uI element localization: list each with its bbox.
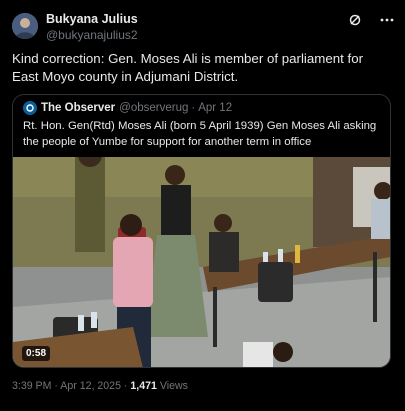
meta-separator: ·	[54, 380, 58, 392]
quote-handle[interactable]: @observerug	[119, 102, 188, 114]
author-handle[interactable]: @bukyanajulius2	[46, 28, 138, 43]
quote-header: The Observer @observerug · Apr 12	[23, 101, 232, 115]
observer-logo-icon	[26, 104, 34, 112]
views-count: 1,471	[130, 380, 157, 392]
meta-separator-2: ·	[123, 380, 128, 392]
more-icon[interactable]	[379, 12, 395, 28]
quoted-tweet[interactable]: The Observer @observerug · Apr 12 Rt. Ho…	[12, 94, 391, 368]
author-info: Bukyana Julius @bukyanajulius2	[46, 12, 138, 43]
tweet-text: Kind correction: Gen. Moses Ali is membe…	[12, 51, 364, 84]
tweet: Bukyana Julius @bukyanajulius2 Kind corr…	[0, 0, 405, 411]
quote-video[interactable]: 0:58	[13, 157, 390, 367]
author-display-name[interactable]: Bukyana Julius	[46, 12, 138, 27]
tweet-date[interactable]: Apr 12, 2025	[60, 380, 121, 392]
quote-date[interactable]: Apr 12	[198, 102, 232, 114]
tweet-top-actions	[347, 12, 395, 28]
tweet-meta: 3:39 PM · Apr 12, 2025 · 1,471 Views	[12, 380, 188, 392]
avatar-icon	[12, 13, 38, 39]
video-duration: 0:58	[22, 346, 51, 361]
quote-display-name[interactable]: The Observer	[41, 102, 115, 114]
video-thumbnail	[13, 157, 390, 367]
grok-icon[interactable]	[347, 12, 363, 28]
views-label: Views	[159, 380, 188, 392]
author-avatar[interactable]	[12, 13, 38, 39]
quote-avatar[interactable]	[23, 101, 37, 115]
quote-text: Rt. Hon. Gen(Rtd) Moses Ali (born 5 Apri…	[23, 120, 377, 148]
tweet-time[interactable]: 3:39 PM	[12, 380, 51, 392]
quote-separator: ·	[191, 102, 196, 114]
